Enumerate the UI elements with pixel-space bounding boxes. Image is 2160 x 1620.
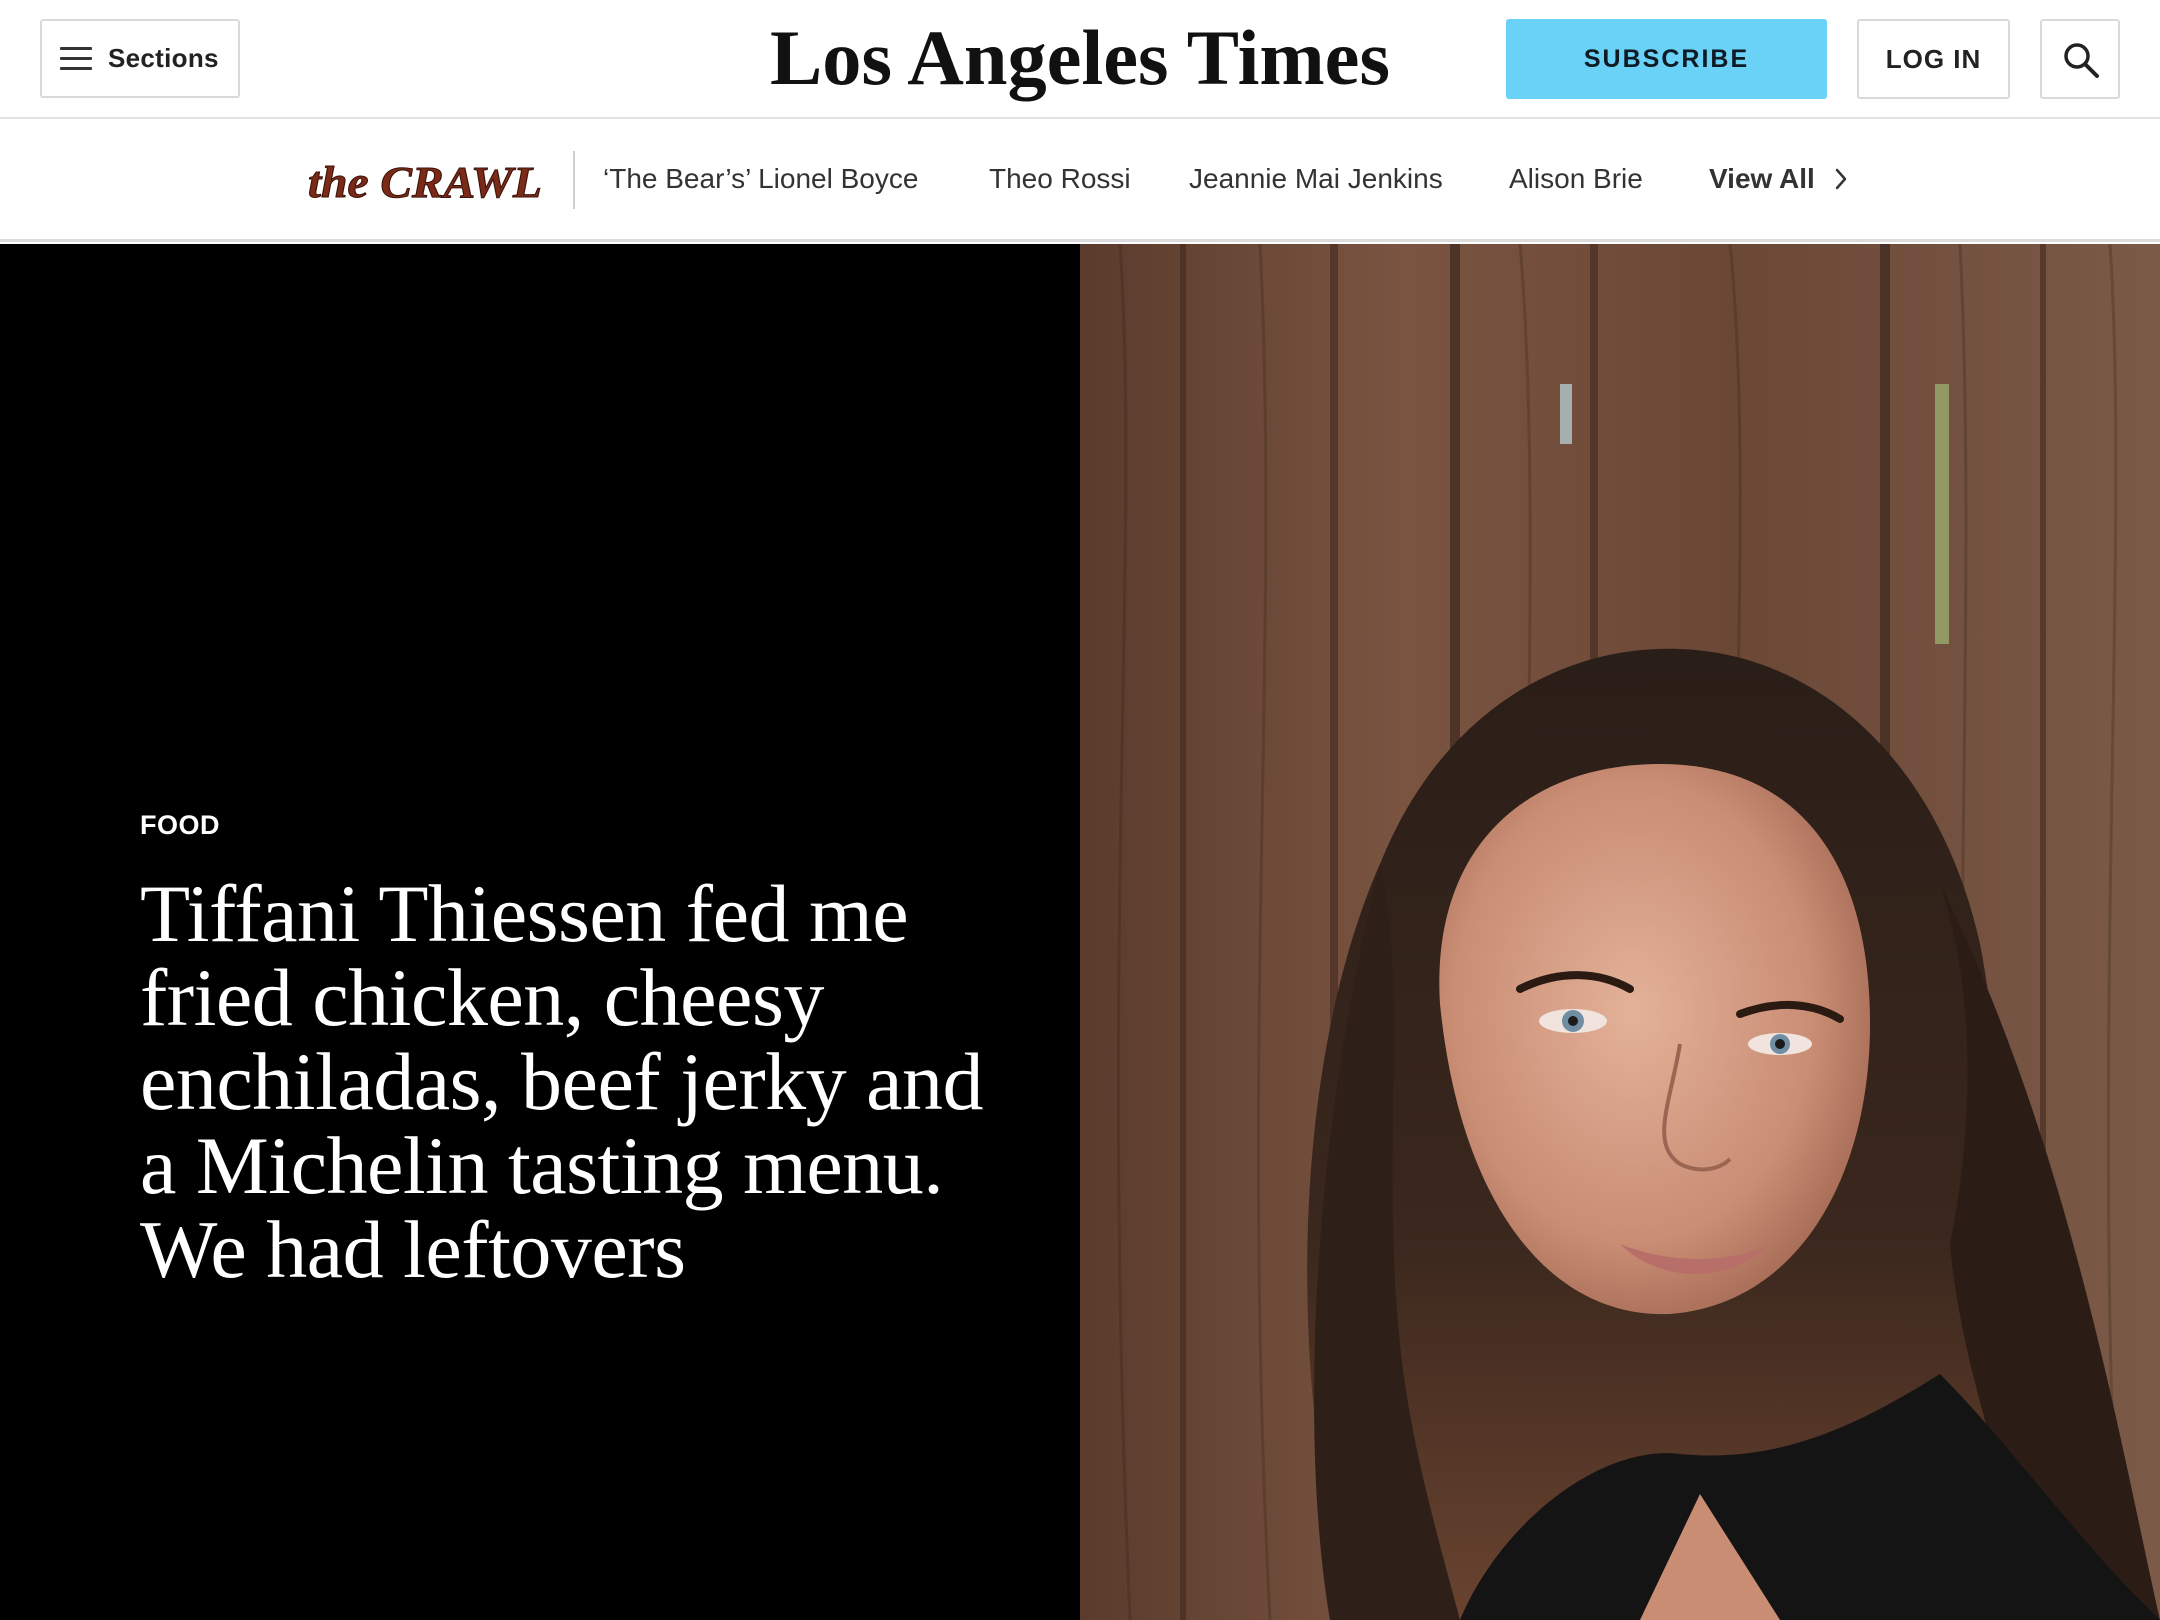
search-button[interactable]	[2040, 19, 2120, 99]
hamburger-icon	[60, 47, 92, 71]
hero-headline[interactable]: Tiffani Thiessen fed me fried chicken, c…	[140, 872, 1000, 1292]
subscribe-button[interactable]: SUBSCRIBE	[1506, 19, 1827, 99]
login-button[interactable]: LOG IN	[1857, 19, 2010, 99]
hero-category-link[interactable]: FOOD	[140, 810, 220, 841]
view-all-link[interactable]: View All	[1709, 121, 1815, 237]
chevron-right-icon	[1835, 168, 1847, 190]
hero-portrait-image	[1080, 244, 2160, 1620]
masthead-logo[interactable]: Los Angeles Times	[760, 6, 1400, 106]
hero-photo[interactable]	[1080, 244, 2160, 1620]
crawl-link-lionel-boyce[interactable]: ‘The Bear’s’ Lionel Boyce	[603, 121, 918, 237]
crawl-divider	[573, 151, 575, 209]
sections-label: Sections	[108, 43, 219, 73]
crawl-link-jeannie-mai-jenkins[interactable]: Jeannie Mai Jenkins	[1189, 121, 1443, 237]
crawl-link-theo-rossi[interactable]: Theo Rossi	[989, 121, 1131, 237]
sections-menu-button[interactable]: Sections	[40, 19, 240, 98]
crawl-logo-text: the CRAWL	[308, 158, 542, 207]
site-header: Sections Los Angeles Times SUBSCRIBE LOG…	[0, 0, 2160, 119]
crawl-logo[interactable]: the CRAWL	[306, 149, 546, 213]
masthead-title: Los Angeles Times	[770, 14, 1390, 101]
search-icon	[2064, 43, 2099, 78]
crawl-link-alison-brie[interactable]: Alison Brie	[1509, 121, 1643, 237]
crawl-nav: the CRAWL ‘The Bear’s’ Lionel Boyce Theo…	[0, 121, 2160, 242]
hero-text-panel: FOOD Tiffani Thiessen fed me fried chick…	[0, 244, 1080, 1620]
